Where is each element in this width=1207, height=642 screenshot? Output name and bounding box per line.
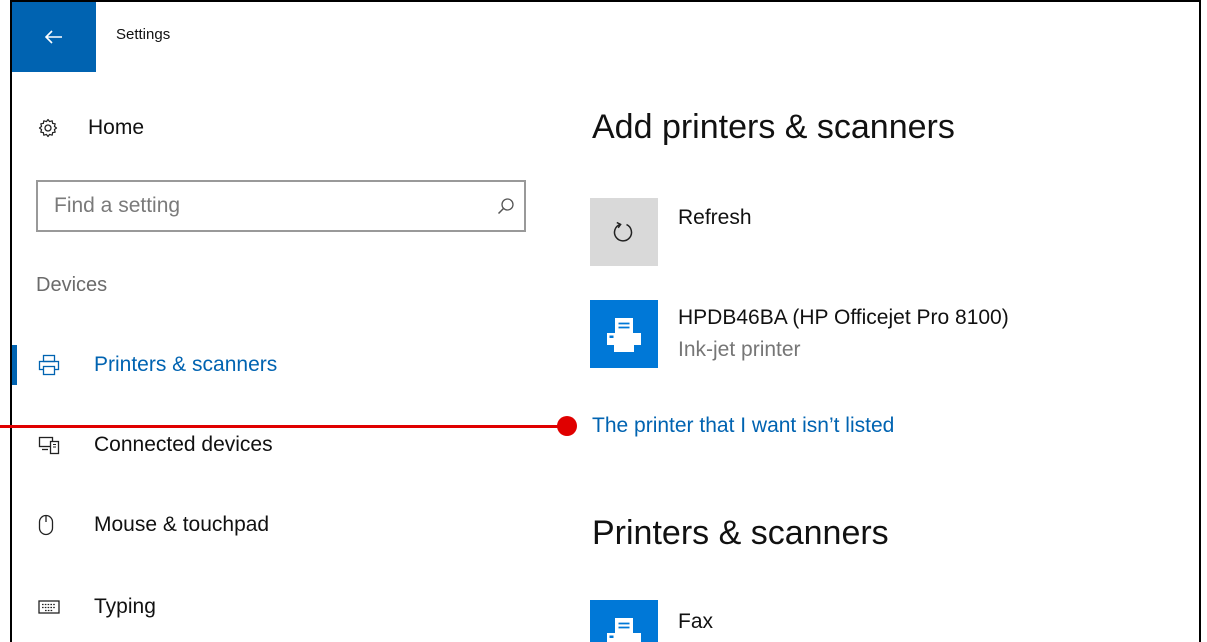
gear-icon — [38, 118, 58, 138]
add-printers-heading: Add printers & scanners — [592, 108, 955, 146]
nav-home-label: Home — [88, 116, 145, 139]
search-input[interactable] — [38, 181, 488, 231]
printers-scanners-heading: Printers & scanners — [592, 514, 889, 552]
printer-info: HPDB46BA (HP Officejet Pro 8100) Ink-jet… — [678, 306, 1009, 368]
callout-line — [0, 425, 568, 428]
refresh-tile — [590, 198, 658, 266]
fax-label: Fax — [678, 610, 714, 633]
sidebar-item-label: Connected devices — [94, 433, 273, 456]
search-box — [36, 180, 526, 232]
printer-tile — [590, 300, 658, 368]
printer-icon — [607, 618, 641, 642]
printer-not-listed-link[interactable]: The printer that I want isn’t listed — [592, 414, 894, 438]
sidebar-item-typing[interactable]: Typing — [12, 587, 156, 627]
sidebar-item-label: Printers & scanners — [94, 353, 278, 376]
found-printer-item[interactable]: HPDB46BA (HP Officejet Pro 8100) Ink-jet… — [590, 300, 1009, 368]
refresh-label: Refresh — [678, 206, 752, 229]
sidebar-item-label: Typing — [94, 595, 156, 618]
back-arrow-icon — [45, 30, 62, 44]
sidebar-item-connected-devices[interactable]: Connected devices — [12, 425, 273, 465]
sidebar-item-printers-scanners[interactable]: Printers & scanners — [12, 345, 277, 385]
refresh-icon — [613, 221, 633, 242]
printer-icon — [38, 354, 78, 376]
nav-home[interactable]: Home — [38, 112, 144, 144]
connected-devices-icon — [38, 435, 78, 455]
title-bar: Settings — [12, 2, 1199, 72]
window-title: Settings — [116, 26, 171, 43]
sidebar-item-mouse-touchpad[interactable]: Mouse & touchpad — [12, 505, 269, 545]
callout-dot — [557, 416, 577, 436]
back-button[interactable] — [12, 2, 96, 72]
refresh-button[interactable]: Refresh — [590, 198, 752, 266]
sidebar-item-label: Mouse & touchpad — [94, 513, 270, 536]
installed-printer-fax[interactable]: Fax — [590, 600, 713, 642]
mouse-icon — [38, 514, 78, 536]
printer-name: HPDB46BA (HP Officejet Pro 8100) — [678, 306, 1009, 329]
fax-tile — [590, 600, 658, 642]
settings-window: Settings Home Devices Printers & scanne — [10, 0, 1201, 642]
keyboard-icon — [38, 600, 78, 614]
search-icon[interactable] — [488, 197, 524, 215]
printer-type: Ink-jet printer — [678, 338, 801, 361]
printer-icon — [607, 318, 641, 352]
section-label-devices: Devices — [36, 274, 108, 296]
